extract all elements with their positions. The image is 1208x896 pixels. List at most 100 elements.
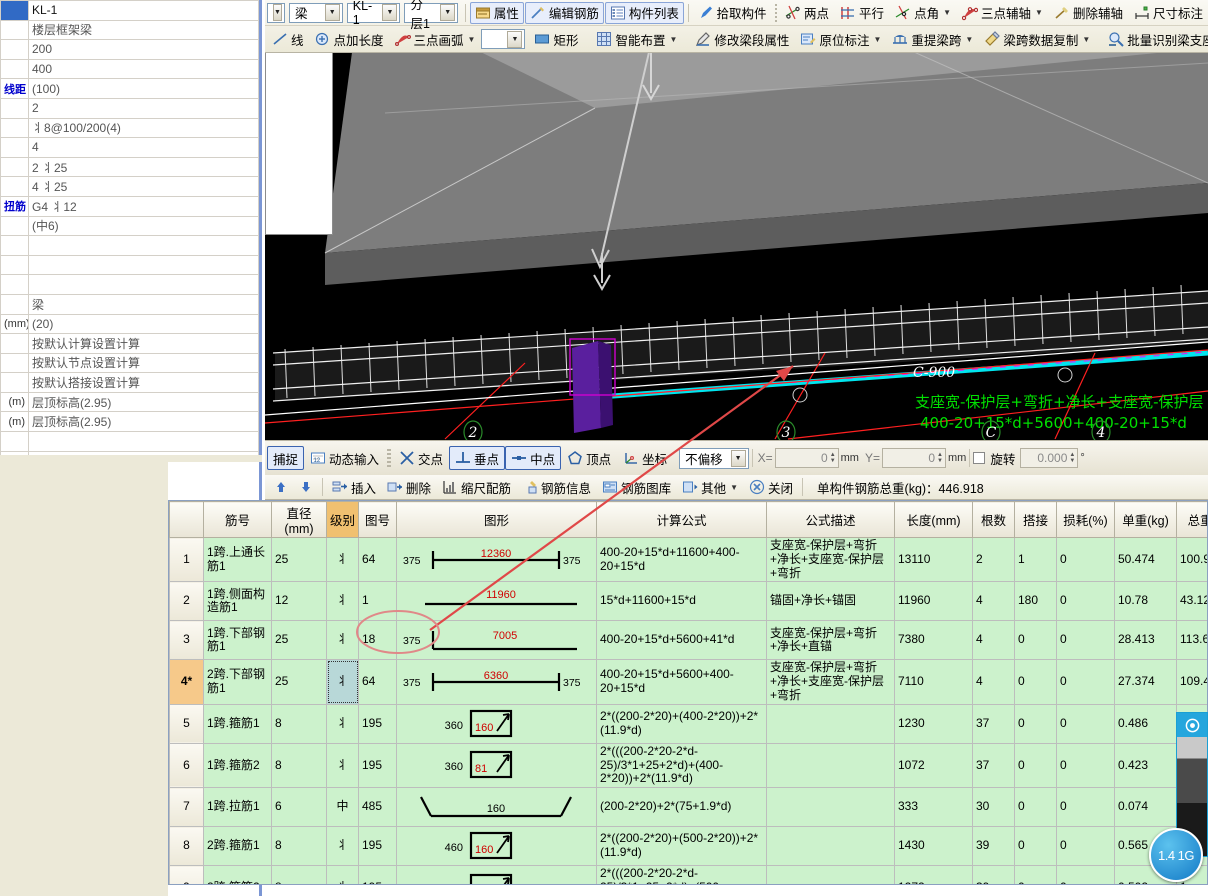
- cell-shape[interactable]: 11960: [396, 581, 597, 622]
- cell-count[interactable]: 39: [972, 865, 1015, 884]
- snap-capture-toggle[interactable]: 捕捉: [267, 446, 305, 470]
- cell-formula[interactable]: 400-20+15*d+5600+400-20+15*d: [596, 659, 767, 705]
- cell-lap[interactable]: 0: [1014, 826, 1057, 867]
- 删除辅轴-button[interactable]: 删除辅轴: [1049, 2, 1128, 24]
- cell-grade[interactable]: 丬: [326, 536, 359, 583]
- cell-total-weight[interactable]: 113.65: [1176, 620, 1207, 661]
- property-value[interactable]: 层顶标高(2.95): [28, 411, 259, 433]
- cell-lap[interactable]: 0: [1014, 865, 1057, 884]
- cell-name[interactable]: 2跨.下部钢筋1: [203, 659, 272, 705]
- chevron-down-icon[interactable]: ▼: [1035, 8, 1043, 17]
- cell-name[interactable]: 1跨.下部钢筋1: [203, 620, 272, 661]
- cell-shape[interactable]: 375 12360 375: [396, 536, 597, 583]
- cell-shape[interactable]: 160: [396, 787, 597, 828]
- cell-count[interactable]: 37: [972, 703, 1015, 744]
- property-value[interactable]: 梁: [28, 293, 259, 315]
- y-coordinate-input[interactable]: 0 ▲ ▼: [881, 448, 946, 468]
- property-row[interactable]: 200: [0, 39, 259, 60]
- grid-header-desc[interactable]: 公式描述: [766, 501, 895, 538]
- cell-grade[interactable]: 丬: [326, 581, 359, 622]
- chevron-down-icon[interactable]: ▼: [670, 35, 678, 44]
- cell-description[interactable]: [766, 865, 895, 884]
- cell-length[interactable]: 7380: [894, 620, 973, 661]
- 3d-viewport[interactable]: C-900 支座宽-保护层+弯折+净长+支座宽-保护层 400-20+15*d+…: [265, 53, 1208, 440]
- grid-header-length[interactable]: 长度(mm): [894, 501, 973, 538]
- property-row[interactable]: [0, 274, 259, 295]
- 点角-button[interactable]: 点角 ▼: [890, 2, 956, 24]
- cell-formula[interactable]: 2*(((200-2*20-2*d-25)/3*1+25+2*d)+(500-2…: [596, 865, 767, 884]
- chevron-down-icon[interactable]: ▼: [468, 35, 476, 44]
- cell-description[interactable]: [766, 826, 895, 867]
- cell-description[interactable]: [766, 703, 895, 744]
- cell-figure-number[interactable]: 195: [358, 703, 397, 744]
- chevron-down-icon[interactable]: ▼: [965, 35, 973, 44]
- table-row[interactable]: 8 2跨.箍筋1 8 丬 195 460 160 2*((200-2*20)+(500-2*2…: [169, 826, 1207, 867]
- cell-total-weight[interactable]: 43.12: [1176, 581, 1207, 622]
- grid-header-no[interactable]: [169, 501, 204, 538]
- property-row[interactable]: (m) 层顶标高(2.95): [0, 411, 259, 433]
- cell-unit-weight[interactable]: 10.78: [1114, 581, 1177, 622]
- cell-shape[interactable]: 375 7005: [396, 620, 597, 661]
- chevron-down-icon[interactable]: ▼: [507, 30, 523, 48]
- table-row[interactable]: 6 1跨.箍筋2 8 丬 195 360 81 2*(((200-2*20-2*d-25)/3…: [169, 742, 1207, 789]
- property-row[interactable]: 梁: [0, 293, 259, 315]
- cell-count[interactable]: 30: [972, 787, 1015, 828]
- cell-diameter[interactable]: 8: [271, 742, 327, 789]
- 重提梁跨-button[interactable]: 重提梁跨 ▼: [887, 28, 978, 50]
- 三点画弧-button[interactable]: 三点画弧 ▼: [390, 28, 481, 50]
- cell-diameter[interactable]: 25: [271, 620, 327, 661]
- cell-formula[interactable]: 400-20+15*d+11600+400-20+15*d: [596, 536, 767, 583]
- property-row[interactable]: 按默认节点设置计算: [0, 352, 259, 374]
- grid-header-formula[interactable]: 计算公式: [596, 501, 767, 538]
- cell-formula[interactable]: (200-2*20)+2*(75+1.9*d): [596, 787, 767, 828]
- cell-description[interactable]: 支座宽-保护层+弯折+净长+直锚: [766, 620, 895, 661]
- property-value[interactable]: 层顶标高(2.95): [28, 391, 259, 413]
- property-value[interactable]: (100): [28, 78, 259, 99]
- cell-name[interactable]: 1跨.侧面构造筋1: [203, 581, 272, 622]
- 修改梁段属性-button[interactable]: 修改梁段属性: [690, 28, 794, 50]
- cell-unit-weight[interactable]: 28.413: [1114, 620, 1177, 661]
- property-value[interactable]: 4 丬25: [28, 176, 259, 197]
- cell-length[interactable]: 1272: [894, 865, 973, 884]
- snap-顶点[interactable]: 顶点: [561, 446, 617, 470]
- cell-grade[interactable]: 丬: [326, 742, 359, 789]
- 矩形-button[interactable]: 矩形: [529, 28, 583, 50]
- 平行-button[interactable]: 平行: [835, 2, 889, 24]
- cell-shape[interactable]: 360 81: [396, 742, 597, 789]
- cell-figure-number[interactable]: 1: [358, 581, 397, 622]
- property-row[interactable]: 楼层框架梁: [0, 19, 259, 41]
- property-row[interactable]: (mm) (20): [0, 313, 259, 335]
- property-value[interactable]: (20): [28, 313, 259, 335]
- cell-formula[interactable]: 2*(((200-2*20-2*d-25)/3*1+25+2*d)+(400-2…: [596, 742, 767, 789]
- cell-lap[interactable]: 1: [1014, 536, 1057, 583]
- property-row[interactable]: 4: [0, 137, 259, 158]
- cell-name[interactable]: 2跨.箍筋1: [203, 826, 272, 867]
- row-number[interactable]: 4*: [169, 659, 204, 705]
- property-value[interactable]: [28, 274, 259, 295]
- cell-unit-weight[interactable]: 0.486: [1114, 703, 1177, 744]
- cell-length[interactable]: 333: [894, 787, 973, 828]
- cell-length[interactable]: 1072: [894, 742, 973, 789]
- cell-description[interactable]: [766, 742, 895, 789]
- 缩尺配筋-button[interactable]: 缩尺配筋: [437, 476, 516, 498]
- chevron-down-icon[interactable]: ▼: [873, 35, 881, 44]
- cell-diameter[interactable]: 8: [271, 703, 327, 744]
- property-row[interactable]: 按默认计算设置计算: [0, 333, 259, 354]
- property-value[interactable]: (中6): [28, 215, 259, 237]
- 编辑钢筋-button[interactable]: 编辑钢筋: [524, 1, 604, 24]
- offset-mode-select[interactable]: 不偏移 ▼: [679, 447, 749, 469]
- property-row[interactable]: [0, 431, 259, 452]
- cell-name[interactable]: 1跨.箍筋1: [203, 703, 272, 744]
- layer-dropdown[interactable]: ▼: [267, 2, 285, 23]
- snap-中点[interactable]: 中点: [505, 446, 562, 470]
- property-row[interactable]: 扭筋 G4 丬12: [0, 195, 259, 217]
- cell-lap[interactable]: 0: [1014, 659, 1057, 705]
- cell-count[interactable]: 4: [972, 581, 1015, 622]
- 尺寸标注-button[interactable]: 尺寸标注: [1129, 2, 1208, 24]
- property-value[interactable]: 2: [28, 97, 259, 119]
- cell-figure-number[interactable]: 195: [358, 865, 397, 884]
- cell-shape[interactable]: 460 160: [396, 826, 597, 867]
- cell-unit-weight[interactable]: 27.374: [1114, 659, 1177, 705]
- snap-交点[interactable]: 交点: [393, 446, 449, 470]
- cell-lap[interactable]: 0: [1014, 703, 1057, 744]
